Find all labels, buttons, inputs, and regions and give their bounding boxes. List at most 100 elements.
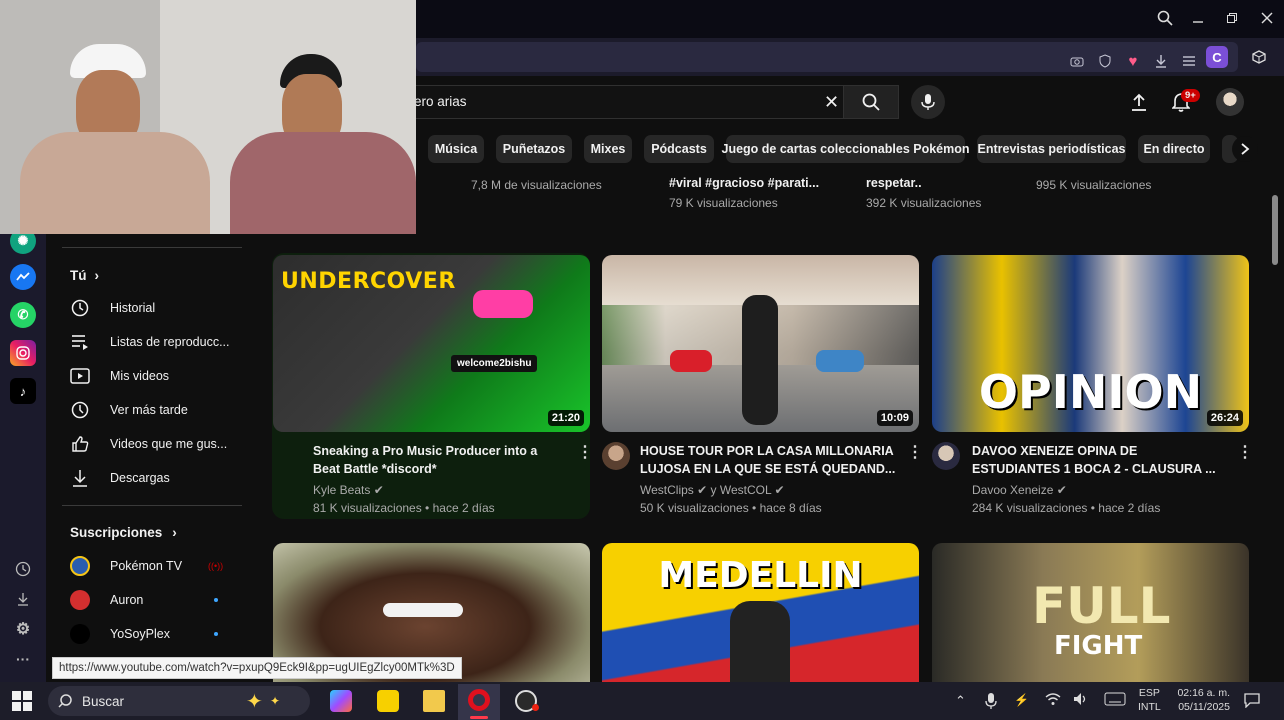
keyboard-icon[interactable] (1104, 692, 1126, 711)
video-title-line1: HOUSE TOUR POR LA CASA MILLONARIA (640, 444, 894, 458)
chevron-up-icon[interactable]: ⌃ (955, 693, 966, 709)
restore-icon[interactable] (1217, 6, 1247, 30)
video-title-line2: ESTUDIANTES 1 BOCA 2 - CLAUSURA ... (972, 462, 1216, 476)
scrollbar-thumb[interactable] (1272, 195, 1278, 265)
notification-badge: 9+ (1181, 89, 1200, 102)
browser-search-icon[interactable] (1150, 6, 1180, 30)
chip-podcasts[interactable]: Pódcasts (644, 135, 714, 163)
more-options-icon[interactable]: ⋮ (907, 442, 923, 462)
voice-search-button[interactable] (911, 85, 945, 119)
video-thumbnail[interactable]: FULL FIGHT (932, 543, 1249, 682)
chips-next-button[interactable] (1232, 136, 1258, 162)
tiktok-icon[interactable]: ♪ (10, 378, 36, 404)
channel-avatar (70, 590, 90, 610)
status-url: https://www.youtube.com/watch?v=pxupQ9Ec… (52, 657, 462, 679)
extensions-icon[interactable] (1248, 46, 1270, 68)
settings-icon[interactable]: ⚙ (10, 616, 36, 642)
sidebar-item-label: Mis videos (110, 369, 170, 383)
more-options-icon[interactable]: ⋮ (1237, 442, 1253, 462)
shield-icon[interactable] (1094, 50, 1116, 72)
video-thumbnail[interactable]: MEDELLIN (602, 543, 919, 682)
sidebar-item-my-videos[interactable]: Mis videos (66, 361, 236, 391)
video-thumbnail[interactable]: 10:09 (602, 255, 919, 432)
thumbnail-badge: welcome2bishu (451, 355, 538, 372)
language-code: ESP (1138, 687, 1160, 699)
channel-avatar (70, 624, 90, 644)
more-options-icon[interactable]: ⋮ (577, 442, 593, 462)
file-explorer-icon[interactable] (423, 690, 445, 712)
video-thumbnail[interactable]: OPINION 26:24 (932, 255, 1249, 432)
video-title[interactable]: HOUSE TOUR POR LA CASA MILLONARIA LUJOSA… (640, 442, 895, 478)
thumbnail-person (730, 601, 790, 682)
thumbnail-person (742, 295, 778, 425)
download-icon[interactable] (1150, 50, 1172, 72)
sticky-notes-icon[interactable] (377, 690, 399, 712)
sidebar-sub-auron[interactable]: Auron (66, 585, 236, 615)
camera-icon[interactable] (1066, 50, 1088, 72)
sidebar-item-liked[interactable]: Videos que me gus... (66, 429, 236, 459)
sidebar-item-label: Listas de reproducc... (110, 335, 230, 349)
video-duration: 26:24 (1206, 410, 1243, 426)
heart-icon[interactable]: ♥ (1122, 50, 1144, 72)
sidebar-sub-yosoyplex[interactable]: YoSoyPlex (66, 619, 236, 649)
minimize-icon[interactable] (1183, 6, 1213, 30)
notification-center-icon[interactable] (1244, 692, 1260, 713)
chip-en-directo[interactable]: En directo (1138, 135, 1210, 163)
chip-entrevistas[interactable]: Entrevistas periodísticas (977, 135, 1126, 163)
sidebar-you-header[interactable]: Tú › (66, 260, 236, 290)
chip-musica[interactable]: Música (428, 135, 484, 163)
instagram-icon[interactable] (10, 340, 36, 366)
prev-video-title[interactable]: respetar.. (866, 174, 922, 192)
more-icon[interactable]: ··· (10, 646, 36, 672)
upload-button[interactable] (1130, 92, 1148, 117)
clock[interactable]: 02:16 a. m. 05/11/2025 (1172, 686, 1230, 714)
channel-name[interactable]: Kyle Beats ✔ (313, 481, 384, 499)
prev-video-title[interactable]: #viral #gracioso #parati... (669, 174, 819, 192)
video-thumbnail[interactable]: UNDERCOVER welcome2bishu 21:20 (273, 255, 590, 432)
video-stats: 284 K visualizaciones • hace 2 días (972, 501, 1161, 515)
language-indicator[interactable]: ESP INTL (1138, 686, 1161, 714)
channel-avatar[interactable] (602, 442, 630, 470)
channel-name[interactable]: WestClips ✔ y WestCOL ✔ (640, 481, 785, 499)
chip-pokemon-tcg[interactable]: Juego de cartas coleccionables Pokémon (722, 135, 970, 163)
sidebar-item-historial[interactable]: Historial (66, 293, 236, 323)
address-bar[interactable]: ♥ C (416, 42, 1238, 72)
account-avatar[interactable] (1216, 88, 1244, 116)
wifi-icon[interactable] (1045, 692, 1061, 711)
video-title[interactable]: DAVOO XENEIZE OPINA DE ESTUDIANTES 1 BOC… (972, 442, 1216, 478)
whatsapp-icon[interactable]: ✆ (10, 302, 36, 328)
messenger-icon[interactable] (10, 264, 36, 290)
taskbar-search[interactable]: Buscar ✦ ✦ (48, 686, 310, 716)
sidebar-sub-pokemon-tv[interactable]: Pokémon TV ((•)) (66, 551, 236, 581)
thumbnail-car (670, 350, 712, 372)
sidebar-item-downloads[interactable]: Descargas (66, 463, 236, 493)
live-indicator-icon: ((•)) (208, 561, 224, 571)
microphone-icon[interactable] (985, 692, 997, 715)
profile-avatar[interactable]: C (1206, 46, 1228, 68)
sidebar-subscriptions-header[interactable]: Suscripciones › (66, 517, 236, 547)
close-icon[interactable] (1252, 6, 1282, 30)
windows-start-icon[interactable] (12, 691, 32, 716)
menu-icon[interactable] (1178, 50, 1200, 72)
sidebar-item-playlists[interactable]: Listas de reproducc... (66, 327, 236, 357)
clear-search-icon[interactable]: ✕ (824, 92, 839, 113)
sidebar-item-label: YoSoyPlex (110, 627, 170, 641)
thumbnail-text: MEDELLIN (658, 555, 863, 596)
search-button[interactable] (843, 85, 899, 119)
downloads-rail-icon[interactable] (10, 586, 36, 612)
verified-icon: ✔ (774, 483, 785, 497)
channel-name[interactable]: Davoo Xeneize ✔ (972, 481, 1067, 499)
video-title[interactable]: Sneaking a Pro Music Producer into a Bea… (313, 442, 537, 478)
battery-saver-icon[interactable]: ⚡ (1014, 693, 1029, 707)
history-rail-icon[interactable] (10, 556, 36, 582)
sidebar-item-watch-later[interactable]: Ver más tarde (66, 395, 236, 425)
volume-icon[interactable] (1073, 692, 1089, 711)
sidebar-item-label: Descargas (110, 471, 170, 485)
copilot-icon[interactable] (330, 690, 352, 712)
search-input[interactable]: ero arias ✕ (405, 85, 843, 119)
upload-icon (1132, 93, 1146, 111)
chip-punetazos[interactable]: Puñetazos (496, 135, 572, 163)
microphone-icon (921, 94, 935, 110)
channel-avatar[interactable] (932, 442, 960, 470)
chip-mixes[interactable]: Mixes (584, 135, 632, 163)
